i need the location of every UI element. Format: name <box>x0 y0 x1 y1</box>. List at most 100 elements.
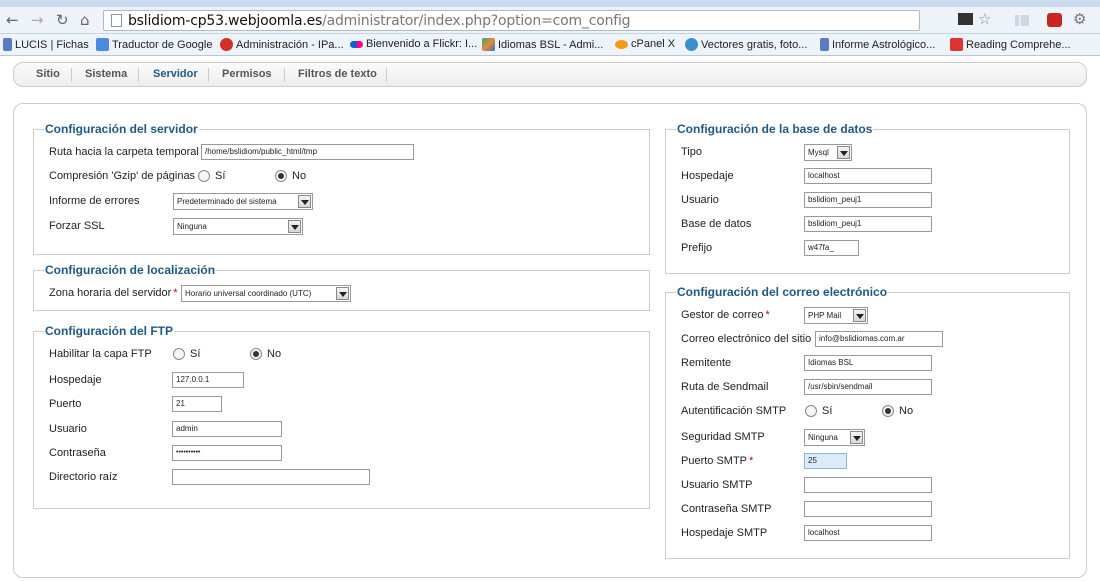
smtp-auth-yes-label: Sí <box>822 405 833 417</box>
cpanel-icon <box>615 39 628 49</box>
extension-red-icon[interactable] <box>1047 13 1062 27</box>
chevron-down-icon <box>298 195 311 208</box>
timezone-label: Zona horaria del servidor * <box>49 287 178 299</box>
site-email-input[interactable]: info@bslidiomas.com.ar <box>815 331 943 347</box>
smtp-auth-yes-radio[interactable] <box>805 405 817 417</box>
db-prefix-input[interactable]: w47fa_ <box>804 240 859 256</box>
ftp-pass-input[interactable]: •••••••••• <box>172 445 282 461</box>
tab-permisos[interactable]: Permisos <box>222 68 272 80</box>
mailer-label: Gestor de correo * <box>681 309 770 321</box>
signal-icon[interactable] <box>1015 15 1029 26</box>
tab-strip <box>0 0 1100 7</box>
sendmail-label: Ruta de Sendmail <box>681 381 769 393</box>
server-fieldset: Configuración del servidor Ruta hacia la… <box>33 122 650 255</box>
bookmark-8[interactable]: Informe Astrológico... <box>820 38 935 51</box>
home-icon[interactable]: ⌂ <box>80 11 90 29</box>
db-name-label: Base de datos <box>681 218 752 230</box>
db-name-row: Base de datos bslidiom_peuj1 <box>681 216 1061 234</box>
bookmark-7[interactable]: Vectores gratis, foto... <box>685 38 807 51</box>
ftp-root-row: Directorio raíz <box>49 469 639 487</box>
smtp-pass-row: Contraseña SMTP <box>681 501 1061 519</box>
gzip-no-radio[interactable] <box>275 170 287 182</box>
db-name-input[interactable]: bslidiom_peuj1 <box>804 216 932 232</box>
separator <box>208 68 209 82</box>
tmp-path-row: Ruta hacia la carpeta temporal /home/bsl… <box>49 144 639 162</box>
separator <box>284 68 285 82</box>
bookmark-5[interactable]: Idiomas BSL - Admi... <box>482 38 603 51</box>
reload-icon[interactable]: ↻ <box>56 11 69 29</box>
ftp-host-input[interactable]: 127.0.0.1 <box>172 372 244 388</box>
bookmark-9[interactable]: Reading Comprehe... <box>950 38 1071 51</box>
server-legend: Configuración del servidor <box>45 122 198 136</box>
address-bar[interactable]: bslidiom-cp53.webjoomla.es/administrator… <box>103 10 920 31</box>
ftp-root-input[interactable] <box>172 469 370 485</box>
admin-icon <box>220 38 233 51</box>
star-icon[interactable]: ☆ <box>978 10 991 28</box>
db-host-input[interactable]: localhost <box>804 168 932 184</box>
bookmarks-bar: LUCIS | Fichas Traductor de Google Admin… <box>0 34 1100 56</box>
ssl-select[interactable]: Ninguna <box>173 218 303 235</box>
database-legend: Configuración de la base de datos <box>677 122 873 136</box>
tmp-path-label: Ruta hacia la carpeta temporal <box>49 146 199 158</box>
smtp-port-input[interactable]: 25 <box>804 453 847 469</box>
ftp-no-radio[interactable] <box>250 348 262 360</box>
db-user-row: Usuario bslidiom_peuj1 <box>681 192 1061 210</box>
gzip-yes-radio[interactable] <box>198 170 210 182</box>
smtp-user-input[interactable] <box>804 477 932 493</box>
bookmark-4[interactable]: Bienvenido a Flickr: I... <box>350 38 477 50</box>
tab-filtros[interactable]: Filtros de texto <box>298 68 377 80</box>
from-input[interactable]: Idiomas BSL <box>804 355 932 371</box>
chevron-down-icon <box>336 287 349 300</box>
smtp-auth-no-radio[interactable] <box>882 405 894 417</box>
chevron-down-icon <box>288 220 301 233</box>
ftp-port-label: Puerto <box>49 398 82 410</box>
bookmark-2[interactable]: Traductor de Google <box>96 38 212 51</box>
mail-fieldset: Configuración del correo electrónico Ges… <box>665 285 1070 559</box>
bookmark-3[interactable]: Administración - IPa... <box>220 38 344 51</box>
gzip-row: Compresión 'Gzip' de páginas Sí No <box>49 168 639 186</box>
db-host-label: Hospedaje <box>681 170 734 182</box>
ftp-host-label: Hospedaje <box>49 374 102 386</box>
gzip-yes-label: Sí <box>215 170 226 182</box>
sendmail-row: Ruta de Sendmail /usr/sbin/sendmail <box>681 379 1061 397</box>
ftp-enable-row: Habilitar la capa FTP Sí No <box>49 346 639 364</box>
smtp-user-row: Usuario SMTP <box>681 477 1061 495</box>
tab-servidor[interactable]: Servidor <box>153 68 198 80</box>
bookmark-1[interactable]: LUCIS | Fichas <box>3 38 89 51</box>
extension-flag-icon[interactable] <box>958 13 973 25</box>
separator <box>386 68 387 82</box>
tmp-path-input[interactable]: /home/bslidiom/public_html/tmp <box>201 144 414 160</box>
tab-sistema[interactable]: Sistema <box>85 68 127 80</box>
bookmark-6[interactable]: cPanel X <box>615 38 675 50</box>
ftp-user-label: Usuario <box>49 423 87 435</box>
ftp-user-row: Usuario admin <box>49 421 639 439</box>
error-select[interactable]: Predeterminado del sistema <box>173 193 313 210</box>
tab-sitio[interactable]: Sitio <box>36 68 60 80</box>
site-email-label: Correo electrónico del sitio <box>681 333 812 345</box>
url-host: bslidiom-cp53.webjoomla.es <box>128 13 323 29</box>
db-user-input[interactable]: bslidiom_peuj1 <box>804 192 932 208</box>
ftp-fieldset: Configuración del FTP Habilitar la capa … <box>33 324 650 509</box>
ftp-port-input[interactable]: 21 <box>172 396 222 412</box>
sendmail-input[interactable]: /usr/sbin/sendmail <box>804 379 932 395</box>
smtp-port-row: Puerto SMTP * 25 <box>681 453 1061 471</box>
db-type-select[interactable]: Mysql <box>804 144 852 161</box>
ftp-root-label: Directorio raíz <box>49 471 118 483</box>
db-prefix-label: Prefijo <box>681 242 713 254</box>
ftp-user-input[interactable]: admin <box>172 421 282 437</box>
smtp-secure-select[interactable]: Ninguna <box>804 429 865 446</box>
error-label: Informe de errores <box>49 195 140 207</box>
db-type-row: Tipo Mysql <box>681 144 1061 162</box>
page-icon <box>820 38 829 51</box>
ftp-yes-radio[interactable] <box>173 348 185 360</box>
mail-legend: Configuración del correo electrónico <box>677 285 888 299</box>
mailer-select[interactable]: PHP Mail <box>804 307 868 324</box>
settings-icon[interactable]: ⚙ <box>1073 10 1086 28</box>
smtp-pass-input[interactable] <box>804 501 932 517</box>
back-icon[interactable]: ← <box>6 11 19 29</box>
smtp-host-input[interactable]: localhost <box>804 525 932 541</box>
forward-icon[interactable]: → <box>31 11 44 29</box>
db-type-label: Tipo <box>681 146 702 158</box>
page-icon <box>3 38 12 51</box>
timezone-select[interactable]: Horario universal coordinado (UTC) <box>181 285 351 302</box>
